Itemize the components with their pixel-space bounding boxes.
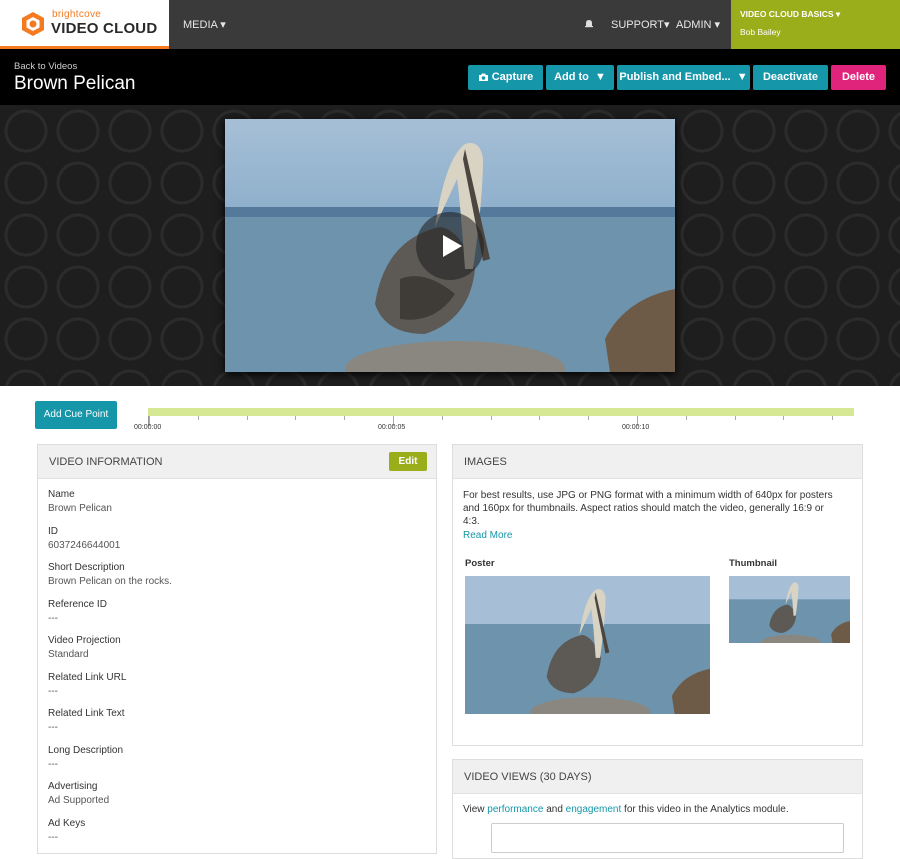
thumbnail-image[interactable] (729, 576, 850, 643)
views-text-mid: and (543, 804, 566, 815)
field-value-long-description: --- (48, 759, 58, 770)
poster-image[interactable] (465, 576, 710, 714)
video-views-text: View performance and engagement for this… (463, 804, 789, 815)
edit-button[interactable]: Edit (389, 452, 427, 471)
account-menu[interactable]: VIDEO CLOUD BASICS ▾ Bob Bailey (731, 0, 900, 49)
images-hint-line: 4:3. (463, 516, 480, 527)
thumbnail-label: Thumbnail (729, 558, 778, 569)
field-label-name: Name (48, 489, 75, 500)
engagement-link[interactable]: engagement (566, 804, 622, 815)
capture-button[interactable]: Capture (468, 65, 543, 90)
camera-icon (478, 73, 488, 81)
timeline-label: 00:00:00 (134, 424, 162, 431)
play-button[interactable] (416, 212, 484, 280)
video-cloud-logo-icon (22, 12, 44, 36)
field-value-short-description: Brown Pelican on the rocks. (48, 576, 172, 587)
field-value-video-projection: Standard (48, 649, 89, 660)
tick (491, 416, 492, 420)
images-header: IMAGES (453, 445, 862, 479)
tick (198, 416, 199, 420)
account-user: Bob Bailey (740, 27, 781, 37)
field-value-reference-id: --- (48, 613, 58, 624)
notifications-icon[interactable] (584, 19, 594, 29)
images-hint-line: For best results, use JPG or PNG format … (463, 490, 833, 501)
back-to-videos-link[interactable]: Back to Videos (14, 61, 77, 72)
tick (783, 416, 784, 420)
page-title: Brown Pelican (14, 73, 136, 94)
performance-link[interactable]: performance (487, 804, 543, 815)
field-label-reference-id: Reference ID (48, 599, 107, 610)
field-value-name: Brown Pelican (48, 503, 112, 514)
views-text-post: for this video in the Analytics module. (621, 804, 789, 815)
tick (344, 416, 345, 420)
nav-media[interactable]: MEDIA ▾ (183, 18, 226, 31)
tick (539, 416, 540, 420)
tick (588, 416, 589, 420)
tick (442, 416, 443, 420)
tick (832, 416, 833, 420)
field-label-related-link-text: Related Link Text (48, 708, 125, 719)
logo-brand-text: brightcove (52, 9, 102, 20)
field-value-related-link-text: --- (48, 722, 58, 733)
read-more-link[interactable]: Read More (463, 530, 512, 541)
views-text-pre: View (463, 804, 488, 815)
nav-support[interactable]: SUPPORT▾ (611, 18, 670, 31)
video-information-header: VIDEO INFORMATION (38, 445, 436, 479)
field-label-short-description: Short Description (48, 562, 125, 573)
tick (295, 416, 296, 420)
field-value-ad-keys: --- (48, 832, 58, 843)
field-label-related-link-url: Related Link URL (48, 672, 127, 683)
add-to-button[interactable]: Add to ▼ (546, 65, 614, 90)
poster-pelican-image (465, 576, 710, 714)
poster-label: Poster (465, 558, 495, 569)
field-value-related-link-url: --- (48, 686, 58, 697)
deactivate-button[interactable]: Deactivate (753, 65, 828, 90)
video-views-header: VIDEO VIEWS (30 DAYS) (453, 760, 862, 794)
field-label-advertising: Advertising (48, 781, 98, 792)
timeline-label: 00:00:10 (622, 424, 650, 431)
thumbnail-pelican-image (729, 576, 850, 643)
tick (247, 416, 248, 420)
account-title: VIDEO CLOUD BASICS ▾ (740, 9, 841, 19)
logo[interactable]: brightcove VIDEO CLOUD (0, 0, 169, 49)
tick (686, 416, 687, 420)
field-label-long-description: Long Description (48, 745, 124, 756)
timeline-ruler (148, 416, 854, 426)
delete-button[interactable]: Delete (831, 65, 886, 90)
images-hint-line: and 160px for thumbnails. Aspect ratios … (463, 503, 824, 514)
field-label-id: ID (48, 526, 58, 537)
nav-admin[interactable]: ADMIN ▾ (676, 18, 720, 31)
field-value-advertising: Ad Supported (48, 795, 110, 806)
logo-product-text: VIDEO CLOUD (51, 20, 158, 37)
field-value-id: 6037246644001 (48, 540, 121, 551)
field-label-ad-keys: Ad Keys (48, 818, 86, 829)
play-icon (443, 235, 462, 257)
timeline-track[interactable] (148, 408, 854, 416)
publish-embed-button[interactable]: Publish and Embed... ▼ (617, 65, 750, 90)
capture-label: Capture (491, 71, 534, 83)
field-label-video-projection: Video Projection (48, 635, 121, 646)
timeline-label: 00:00:05 (378, 424, 406, 431)
tick (735, 416, 736, 420)
add-cue-point-button[interactable]: Add Cue Point (35, 401, 117, 429)
